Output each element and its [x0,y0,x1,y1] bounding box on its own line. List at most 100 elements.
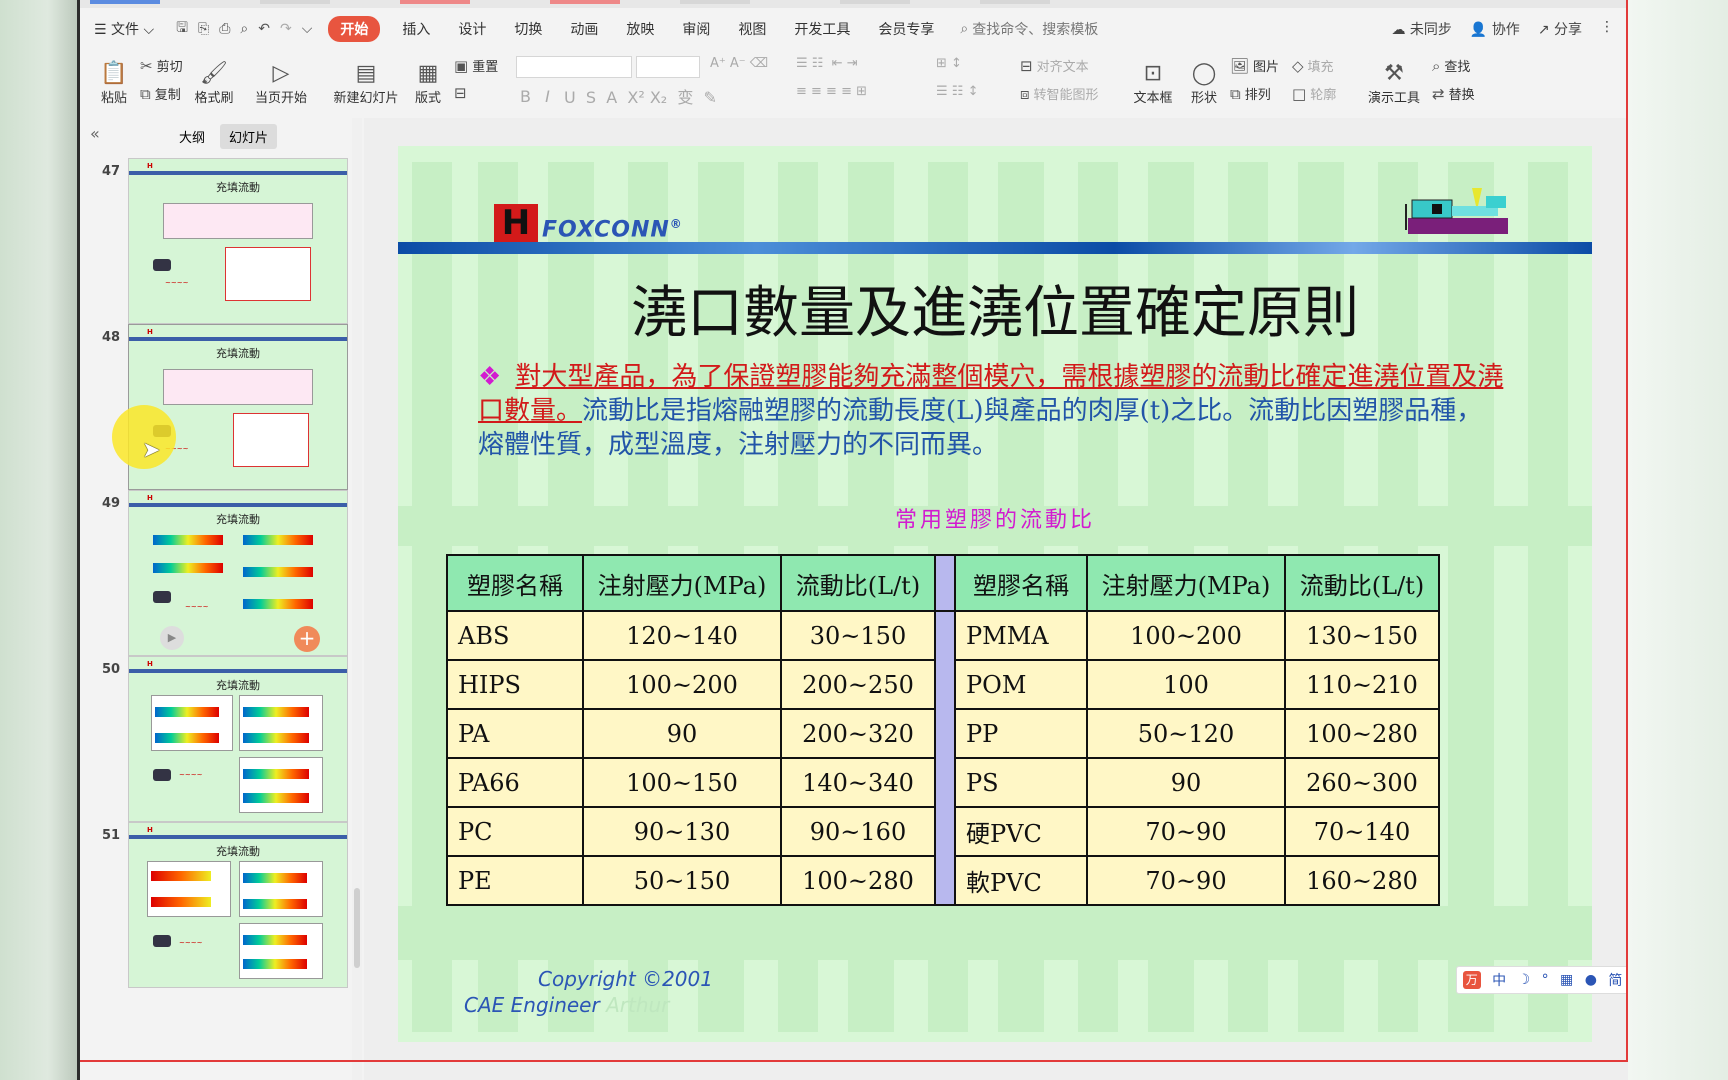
tab-member[interactable]: 会员专享 [864,19,948,39]
current-slide[interactable]: H FOXCONN® 澆口數量及進澆位置確定原則 ❖ 對大型產品，為了保證塑膠能夠… [398,146,1592,1042]
paste-button[interactable]: 📋 粘贴 [94,50,134,106]
tab-slideshow[interactable]: 放映 [612,19,668,39]
table-cell: 100~150 [582,757,782,808]
ime-keyboard-icon[interactable]: ▦ [1560,972,1573,988]
cut-button[interactable]: ✂ 剪切 [140,56,183,76]
tab-developer[interactable]: 开发工具 [780,19,864,39]
slide-thumbnail-51[interactable]: H 充填流動 ~~~~ [128,822,348,988]
present-tools-icon: ⚒ [1384,61,1404,86]
list-buttons[interactable]: ☰ ☷ ⇤ ⇥ [796,56,858,71]
shape-button[interactable]: ◯ 形状 [1184,50,1224,106]
line-spacing-icon[interactable]: ☰ ☷ ↕ [936,84,978,99]
collab-label: 协作 [1491,22,1520,38]
ime-toolbar[interactable]: 万 中 ☽ ° ▦ ● 简 👕 ⚙ [1456,966,1628,994]
sync-button[interactable]: ☁ 未同步 [1391,19,1451,39]
redo-icon[interactable]: ↷ [280,21,292,37]
tab-outline[interactable]: 大纲 [170,124,214,149]
slide-thumbnail-47[interactable]: H 充填流動 ~~~~ [128,158,348,324]
thumbnail-number: 48 [102,330,121,345]
export-icon[interactable]: ⎘ [198,21,209,37]
smart-shape-icon: ⧈ [1020,84,1030,103]
tab-view[interactable]: 视图 [724,19,780,39]
arrange-button[interactable]: ⧉ 排列 [1230,84,1271,104]
share-button[interactable]: ↗ 分享 [1538,19,1582,39]
cut-label: 剪切 [156,60,183,75]
save-icon[interactable]: 🖫 [176,17,188,41]
tab-home[interactable]: 开始 [328,16,381,42]
table-cell: 100 [1086,659,1286,710]
ime-moon-icon[interactable]: ☽ [1518,972,1531,988]
table-cell: 260~300 [1284,757,1440,808]
smart-shape-label: 转智能图形 [1033,88,1099,103]
more-icon[interactable]: ⋮ [1600,19,1614,39]
tab-insert[interactable]: 插入 [388,19,444,39]
collapse-panel-icon[interactable]: « [90,124,100,143]
fill-button[interactable]: ◇ 填充 [1292,56,1334,76]
undo-icon[interactable]: ↶ [258,21,270,37]
search-icon: ⌕ [960,21,969,37]
layout-label: 版式 [414,91,441,106]
slide-header-bar [398,242,1592,254]
copy-button[interactable]: ⧉ 复制 [140,84,181,104]
format-painter-button[interactable]: 🖌 格式刷 [192,50,236,106]
file-menu[interactable]: ☰ 文件 ⌵ [80,19,168,39]
ime-user-icon[interactable]: ● [1585,972,1597,988]
foxconn-logo-mini: H [147,660,153,668]
tab-design[interactable]: 设计 [444,19,500,39]
section-button[interactable]: ⊟ [454,84,467,102]
thumbnail-title: 充填流動 [216,513,260,526]
text-format-buttons[interactable]: B I U S A X² X₂ 变 ✎ [520,84,717,108]
font-grow-icon[interactable]: A⁺ A⁻ ⌫ [710,56,768,71]
table-cell: 100~280 [1284,708,1440,759]
fill-label: 填充 [1307,60,1334,75]
present-tools-button[interactable]: ⚒ 演示工具 [1364,50,1424,106]
slide-thumbnail-48[interactable]: H 充填流動 ~~~~ [128,324,348,490]
collab-button[interactable]: 👤 协作 [1470,19,1520,39]
tab-animation[interactable]: 动画 [556,19,612,39]
find-button[interactable]: ⌕ 查找 [1432,56,1470,76]
table-cell: 30~150 [780,610,936,661]
menu-right-actions: ☁ 未同步 👤 协作 ↗ 分享 ⋮ [1391,19,1628,39]
ime-logo-icon[interactable]: 万 [1462,971,1481,989]
picture-button[interactable]: 🖼 图片 [1230,56,1280,76]
new-slide-button[interactable]: ▤ 新建幻灯片 [330,50,402,106]
preview-icon[interactable]: ⌕ [240,21,248,37]
textbox-button[interactable]: ⊡ 文本框 [1128,50,1178,106]
tab-slides[interactable]: 幻灯片 [220,124,278,149]
customize-icon[interactable]: ⌵ [302,21,313,37]
outline-button[interactable]: □ 轮廓 [1292,84,1336,104]
font-family-select[interactable] [516,56,632,78]
paragraph-align-buttons[interactable]: ≡ ≡ ≡ ≡ ⊞ [796,84,867,99]
panel-scrollbar[interactable] [352,118,362,1080]
add-slide-button[interactable]: + [294,626,320,652]
fill-icon: ◇ [1292,56,1304,75]
font-size-select[interactable] [636,56,700,78]
text-direction-icon[interactable]: ⊞ ↕ [936,56,962,71]
from-current-button[interactable]: ▷ 当页开始 [250,50,312,106]
injection-machine-icon [1405,188,1508,234]
ime-punct-icon[interactable]: ° [1542,972,1549,988]
ime-simplified-mode[interactable]: 简 [1608,970,1622,990]
table-cell: PS [954,757,1088,808]
align-text-button[interactable]: ⊟ 对齐文本 [1020,56,1089,76]
table-caption: 常用塑膠的流動比 [894,508,1095,533]
reset-button[interactable]: ▣ 重置 [454,56,498,76]
smart-shape-button[interactable]: ⧈ 转智能图形 [1020,84,1099,104]
print-icon[interactable]: ⎙ [219,21,230,37]
logo-text: FOXCONN® [542,217,683,242]
tab-review[interactable]: 审阅 [668,19,724,39]
align-text-label: 对齐文本 [1036,60,1089,75]
replace-button[interactable]: ⇄ 替换 [1432,84,1475,104]
table-cell: 100~280 [780,855,936,906]
ime-chinese-mode[interactable]: 中 [1492,970,1506,990]
tab-transition[interactable]: 切换 [500,19,556,39]
quick-access-toolbar: 🖫 ⎘ ⎙ ⌕ ↶ ↷ ⌵ [168,17,320,41]
slide-thumbnail-50[interactable]: H 充填流動 ~~~~ [128,656,348,822]
table-separator [934,610,956,906]
panel-tabs: 大纲 幻灯片 [170,124,278,149]
command-search[interactable]: ⌕ 查找命令、搜索模板 [948,19,1110,39]
layout-button[interactable]: ▦ 版式 [410,50,446,106]
format-painter-label: 格式刷 [194,91,234,106]
picture-label: 图片 [1253,60,1280,75]
thumbnail-play-icon[interactable]: ▶ [160,626,184,650]
